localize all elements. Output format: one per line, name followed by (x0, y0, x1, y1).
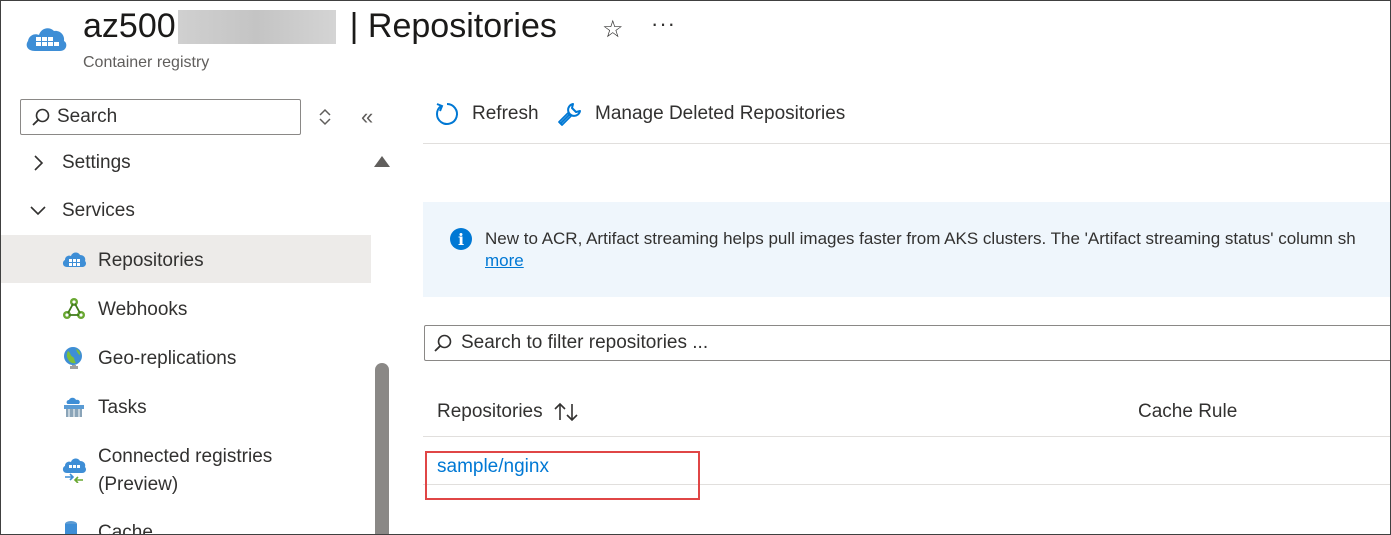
sidebar-item-label: Repositories (98, 250, 204, 271)
repositories-cloud-icon (62, 252, 86, 267)
sidebar-item-label: Tasks (98, 397, 147, 418)
registry-name: az500 (83, 7, 176, 45)
collapse-sidebar-icon[interactable]: « (361, 106, 373, 128)
table-header-divider (423, 436, 1390, 437)
sidebar-search-input[interactable] (57, 106, 277, 128)
sidebar-item-label: Cache (98, 522, 153, 535)
portal-frame: az500 | Repositories ☆ ··· Container reg… (0, 0, 1391, 535)
refresh-icon (436, 103, 458, 125)
resource-type-label: Container registry (83, 54, 210, 71)
sidebar-group-label: Services (62, 200, 135, 221)
sidebar-scroll-thumb[interactable] (375, 363, 389, 534)
info-banner-text: New to ACR, Artifact streaming helps pul… (485, 229, 1356, 248)
repository-filter-box[interactable] (424, 325, 1390, 361)
tasks-icon (64, 397, 84, 417)
sort-icon[interactable] (553, 401, 579, 423)
page-title-suffix: | Repositories (349, 7, 557, 45)
sidebar-item-label: Geo-replications (98, 348, 237, 369)
sidebar-item-geo-replications[interactable]: Geo-replications (1, 345, 371, 375)
info-icon: i (450, 228, 472, 250)
redacted-name (177, 9, 336, 44)
info-more-link[interactable]: more (485, 251, 524, 271)
search-icon (32, 108, 50, 126)
sidebar-item-webhooks[interactable]: Webhooks (1, 296, 371, 326)
manage-deleted-label: Manage Deleted Repositories (595, 103, 846, 124)
toolbar-divider (423, 143, 1390, 144)
sidebar-item-label: Connected registries (98, 446, 273, 467)
sidebar-group-settings[interactable]: Settings (29, 152, 131, 174)
sidebar-item-label-group: Connected registries (Preview) (98, 443, 272, 499)
container-registry-icon (26, 28, 67, 51)
sidebar-item-cache[interactable]: Cache (1, 519, 371, 535)
column-header-label: Repositories (437, 401, 543, 422)
scroll-up-arrow-icon[interactable] (374, 156, 390, 167)
more-options-icon[interactable]: ··· (651, 11, 676, 37)
connected-registries-icon (62, 458, 86, 483)
search-icon (434, 334, 452, 352)
chevron-right-icon (34, 155, 44, 171)
sidebar-item-connected-registries[interactable]: Connected registries (Preview) (1, 443, 371, 501)
info-banner (423, 202, 1390, 297)
repository-filter-input[interactable] (461, 332, 1361, 354)
sidebar-group-label: Settings (62, 152, 131, 173)
page-title: az500 | Repositories (83, 7, 557, 46)
webhooks-icon (63, 298, 85, 319)
sidebar-item-tasks[interactable]: Tasks (1, 394, 371, 424)
sidebar-group-services[interactable]: Services (29, 200, 135, 222)
wrench-icon (558, 103, 581, 126)
chevron-down-icon (30, 206, 46, 216)
highlight-box (425, 451, 700, 500)
manage-deleted-repositories-button[interactable]: Manage Deleted Repositories (557, 101, 845, 127)
sidebar-item-repositories[interactable]: Repositories (1, 235, 371, 283)
sidebar-item-label: Webhooks (98, 299, 188, 320)
sidebar-search-box[interactable] (20, 99, 301, 135)
globe-icon (64, 347, 82, 369)
column-header-cache-rule[interactable]: Cache Rule (1138, 401, 1237, 423)
expand-collapse-icon[interactable] (317, 107, 333, 127)
refresh-button[interactable]: Refresh (434, 101, 539, 127)
refresh-label: Refresh (472, 103, 539, 124)
favorite-star-icon[interactable]: ☆ (602, 15, 624, 44)
sidebar-item-label-preview: (Preview) (98, 474, 179, 495)
column-header-repositories[interactable]: Repositories (437, 401, 579, 423)
cache-icon (65, 521, 77, 534)
column-header-label: Cache Rule (1138, 401, 1238, 422)
